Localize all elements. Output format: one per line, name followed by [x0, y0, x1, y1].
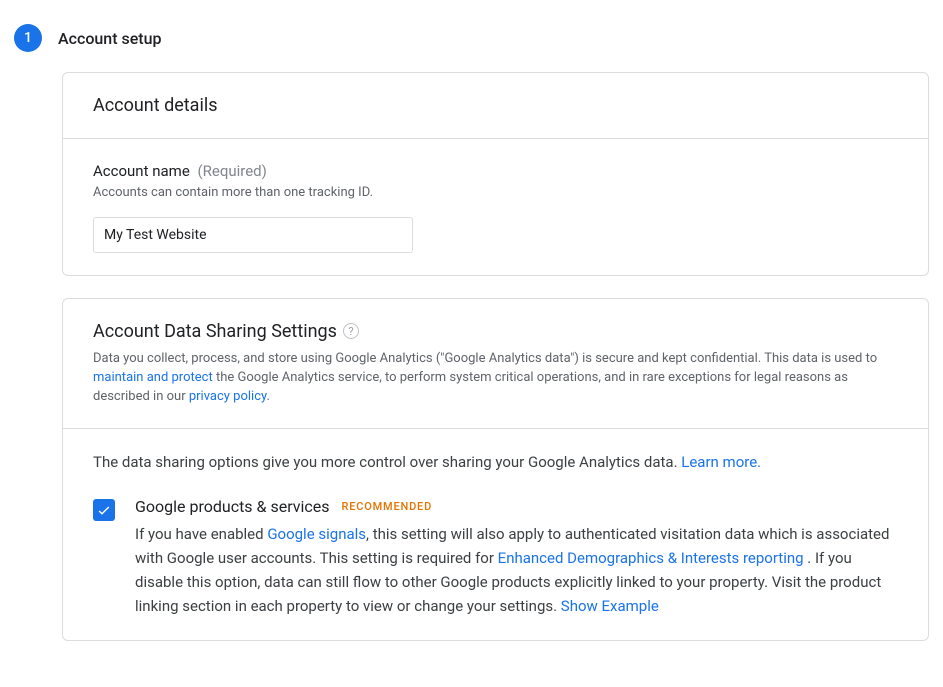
checkbox-google-products[interactable]	[93, 499, 115, 521]
data-sharing-title: Account Data Sharing Settings	[93, 321, 337, 342]
privacy-policy-link[interactable]: privacy policy	[189, 389, 267, 404]
data-sharing-description: Data you collect, process, and store usi…	[93, 350, 898, 407]
check-icon	[96, 502, 112, 518]
sharing-option-google-products: Google products & services RECOMMENDED I…	[93, 497, 898, 618]
account-name-input[interactable]	[93, 217, 413, 253]
account-name-label: Account name	[93, 162, 190, 180]
option-title: Google products & services	[135, 497, 330, 516]
account-name-helper: Accounts can contain more than one track…	[93, 184, 898, 203]
option-description: If you have enabled Google signals, this…	[135, 522, 898, 618]
learn-more-link[interactable]: Learn more.	[681, 453, 761, 471]
step-header: 1 Account setup	[14, 24, 929, 52]
data-sharing-intro: The data sharing options give you more c…	[93, 451, 898, 474]
enhanced-demographics-link[interactable]: Enhanced Demographics & Interests report…	[498, 549, 804, 567]
maintain-protect-link[interactable]: maintain and protect	[93, 370, 213, 385]
step-number-badge: 1	[14, 24, 42, 52]
required-label: (Required)	[194, 162, 267, 180]
google-signals-link[interactable]: Google signals	[267, 525, 366, 543]
help-icon[interactable]: ?	[343, 323, 359, 339]
account-details-card: Account details Account name (Required) …	[62, 72, 929, 276]
show-example-link[interactable]: Show Example	[561, 597, 659, 615]
data-sharing-card: Account Data Sharing Settings ? Data you…	[62, 298, 929, 641]
account-name-label-row: Account name (Required)	[93, 161, 898, 180]
step-title: Account setup	[58, 29, 162, 48]
account-details-title: Account details	[93, 95, 898, 116]
recommended-badge: RECOMMENDED	[342, 500, 433, 513]
